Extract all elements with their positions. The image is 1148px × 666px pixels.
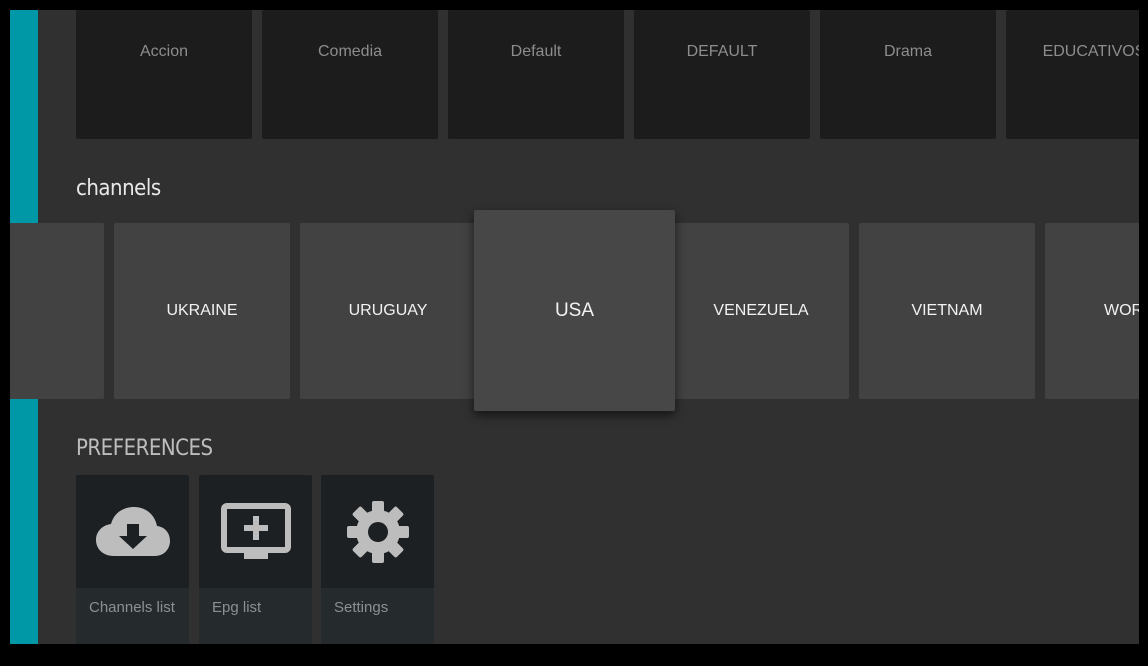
pref-tile-channels-list[interactable]: Channels list bbox=[76, 475, 189, 644]
pref-tile-settings[interactable]: Settings bbox=[321, 475, 434, 644]
genre-tile-default[interactable]: Default bbox=[448, 10, 624, 139]
preferences-section-title: PREFERENCES bbox=[76, 436, 213, 461]
tv-browse-screen: Accion Comedia Default DEFAULT Drama EDU… bbox=[10, 10, 1139, 644]
pref-label-settings: Settings bbox=[321, 588, 434, 644]
channel-tile-venezuela[interactable]: VENEZUELA bbox=[673, 223, 849, 399]
genre-tile-comedia[interactable]: Comedia bbox=[262, 10, 438, 139]
channel-tile-partial[interactable] bbox=[10, 223, 104, 399]
pref-label-epg-list: Epg list bbox=[199, 588, 312, 644]
gear-icon bbox=[321, 475, 434, 588]
pref-tile-epg-list[interactable]: Epg list bbox=[199, 475, 312, 644]
channel-tile-ukraine[interactable]: UKRAINE bbox=[114, 223, 290, 399]
genre-tile-educativos[interactable]: EDUCATIVOS bbox=[1006, 10, 1139, 139]
channels-section-title: channels bbox=[76, 176, 161, 201]
channel-tile-vietnam[interactable]: VIETNAM bbox=[859, 223, 1035, 399]
channel-tile-usa-focused[interactable]: USA bbox=[474, 210, 675, 411]
tv-add-icon bbox=[199, 475, 312, 588]
pref-label-channels-list: Channels list bbox=[76, 588, 189, 644]
genre-tile-accion[interactable]: Accion bbox=[76, 10, 252, 139]
channel-tile-world-partial[interactable]: WOR bbox=[1045, 223, 1139, 399]
cloud-download-icon bbox=[76, 475, 189, 588]
genre-tile-default-upper[interactable]: DEFAULT bbox=[634, 10, 810, 139]
channel-tile-uruguay[interactable]: URUGUAY bbox=[300, 223, 476, 399]
genre-tile-drama[interactable]: Drama bbox=[820, 10, 996, 139]
